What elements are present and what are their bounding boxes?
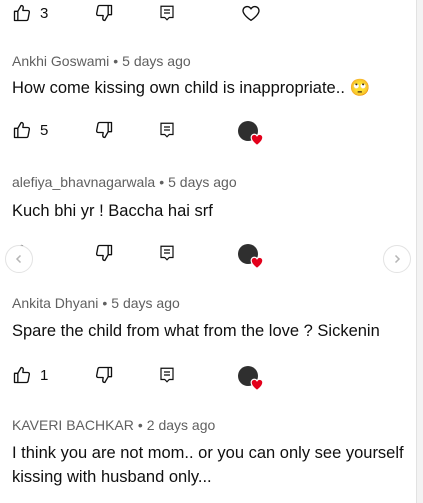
heart-icon [250,256,264,269]
scrollbar-track[interactable] [416,0,423,503]
carousel-prev-button[interactable] [5,245,33,273]
comment-time[interactable]: 2 days ago [147,417,216,433]
thumbs-down-icon [95,121,113,139]
reply-button[interactable] [158,362,176,388]
heart-icon [250,133,264,146]
heart-icon [250,378,264,391]
thumbs-up-icon [13,366,31,384]
thumbs-up-icon [13,121,31,139]
dislike-button[interactable] [94,0,114,26]
chevron-right-icon [394,254,401,264]
dislike-button[interactable] [94,117,114,143]
reply-button[interactable] [158,117,176,143]
creator-avatar[interactable] [238,366,264,391]
comment-time[interactable]: 5 days ago [111,295,180,311]
comment-author[interactable]: alefiya_bhavnagarwala [12,174,155,190]
thumbs-down-icon [95,366,113,384]
comment-text: Spare the child from what from the love … [12,322,380,340]
carousel-next-button[interactable] [383,245,411,273]
comment-time[interactable]: 5 days ago [122,53,191,69]
comment-actions: 5 [12,117,412,143]
thumbs-down-icon [95,244,113,262]
comment-text: Kuch bhi yr ! Baccha hai srf [12,202,213,220]
like-button[interactable]: 5 [12,117,48,143]
comment-author[interactable]: Ankita Dhyani [12,295,98,311]
like-button[interactable]: 3 [12,0,48,26]
comment-meta: Ankita Dhyani • 5 days ago [12,295,180,311]
comment-meta: KAVERI BACHKAR • 2 days ago [12,417,215,433]
comment-meta: alefiya_bhavnagarwala • 5 days ago [12,174,237,190]
like-count: 1 [40,366,49,384]
comment-actions: 1 [12,362,412,388]
comment-time[interactable]: 5 days ago [168,174,237,190]
dislike-button[interactable] [94,240,114,266]
reply-icon [160,245,174,261]
separator: • [159,174,165,190]
like-button[interactable]: 1 [12,362,48,388]
comment-author[interactable]: KAVERI BACHKAR [12,417,134,433]
reply-icon [160,5,174,21]
comment-actions: 3 [12,0,412,26]
comment-text: How come kissing own child is inappropri… [12,79,371,97]
thumbs-down-icon [95,4,113,22]
creator-avatar[interactable] [238,121,264,146]
reply-button[interactable] [158,0,176,26]
separator: • [113,53,119,69]
comment-author[interactable]: Ankhi Goswami [12,53,109,69]
reply-icon [160,122,174,138]
chevron-left-icon [15,254,22,264]
separator: • [102,295,108,311]
heart-icon [242,5,260,22]
like-count: 3 [40,4,49,22]
thumbs-up-icon [13,4,31,22]
reply-button[interactable] [158,240,176,266]
comment-actions [12,240,412,266]
reply-icon [160,367,174,383]
heart-button[interactable] [240,0,262,26]
comment-meta: Ankhi Goswami • 5 days ago [12,53,191,69]
like-count: 5 [40,121,49,139]
dislike-button[interactable] [94,362,114,388]
comment-text: I think you are not mom.. or you can onl… [12,444,404,486]
separator: • [137,417,143,433]
creator-avatar[interactable] [238,244,264,269]
